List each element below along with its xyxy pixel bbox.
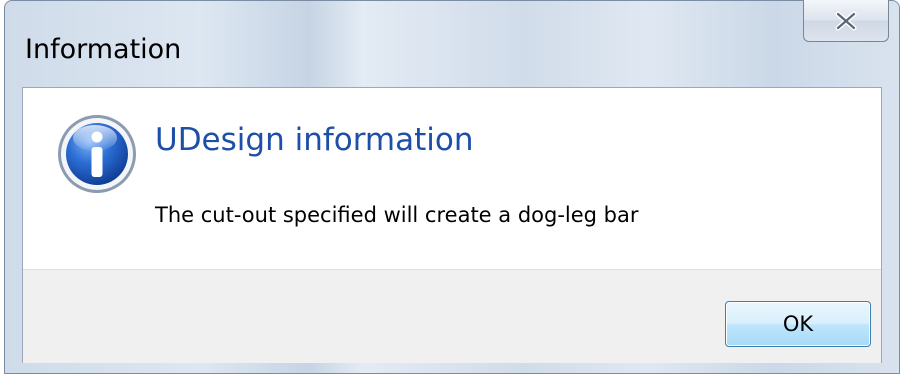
ok-button[interactable]: OK xyxy=(725,301,871,347)
information-icon xyxy=(58,115,136,193)
dialog-message: The cut-out specified will create a dog-… xyxy=(155,203,639,227)
close-button[interactable] xyxy=(803,0,889,42)
dialog-window: Information UDesign information The cut-… xyxy=(4,0,900,374)
close-icon xyxy=(835,11,857,31)
dialog-footer: OK xyxy=(23,269,881,363)
title-bar[interactable]: Information xyxy=(5,0,899,87)
window-title: Information xyxy=(25,34,182,65)
dialog-content: UDesign information The cut-out specifie… xyxy=(22,87,882,363)
dialog-heading: UDesign information xyxy=(155,122,474,158)
